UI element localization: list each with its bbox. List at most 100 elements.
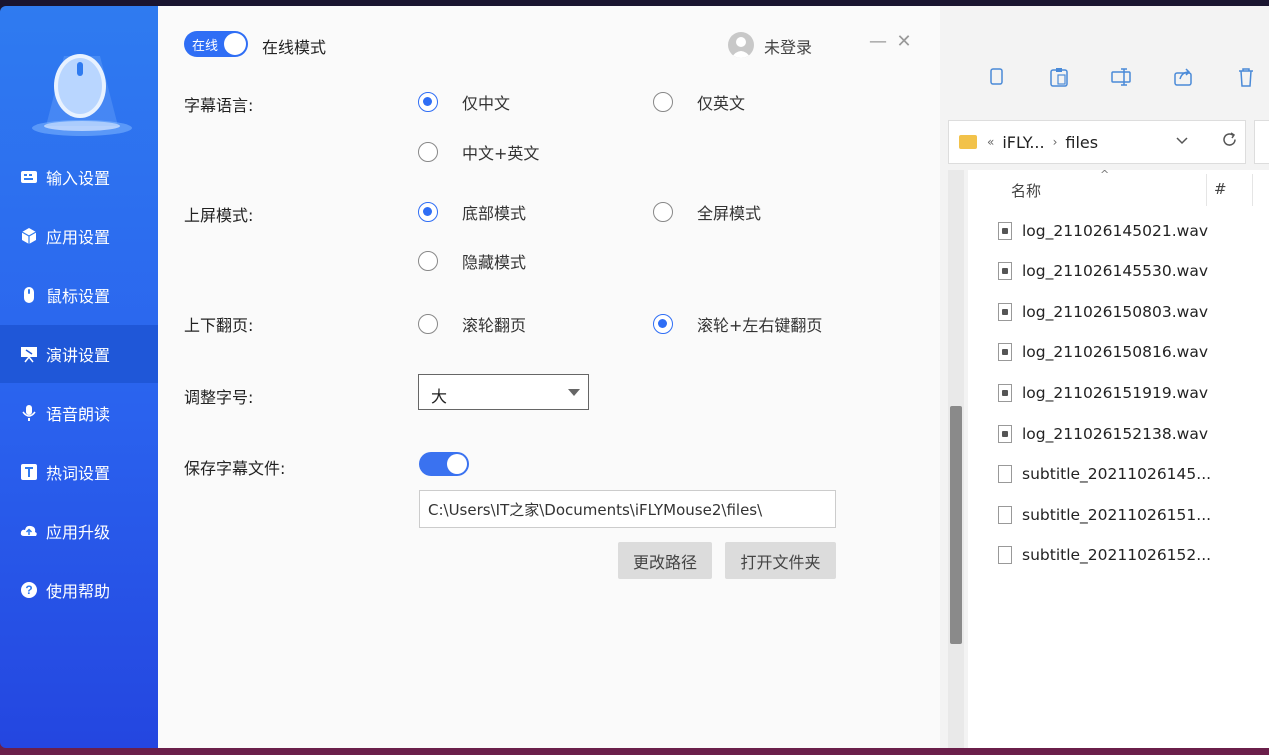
radio-label: 滚轮翻页 [462, 316, 527, 335]
sidebar-item-voice-reading[interactable]: 语音朗读 [0, 384, 158, 442]
audio-file-icon [998, 303, 1012, 321]
page-turn-label: 上下翻页: [184, 316, 254, 335]
share-icon[interactable] [1172, 66, 1194, 88]
radio-circle [418, 202, 438, 222]
list-item[interactable]: subtitle_20211026145... [998, 459, 1211, 489]
font-size-select[interactable]: 大 [418, 374, 589, 410]
radio-chinese-english[interactable]: 中文+英文 [418, 140, 539, 164]
chevron-down-icon[interactable] [1175, 133, 1189, 151]
sidebar-item-label: 应用设置 [46, 228, 111, 247]
address-bar[interactable]: « iFLY... › files [948, 120, 1246, 164]
file-name: log_211026150803.wav [1022, 303, 1208, 321]
list-item[interactable]: log_211026151919.wav [998, 378, 1208, 408]
radio-circle [653, 92, 673, 112]
login-status[interactable]: 未登录 [764, 34, 812, 58]
file-name: log_211026152138.wav [1022, 425, 1208, 443]
text-file-icon [998, 465, 1012, 483]
radio-label: 中文+英文 [462, 144, 540, 163]
radio-label: 全屏模式 [697, 204, 762, 223]
sidebar-item-label: 热词设置 [46, 464, 111, 483]
radio-circle [418, 314, 438, 334]
minimize-icon[interactable]: — [868, 32, 888, 52]
mouse-logo-icon [26, 36, 138, 140]
delete-icon[interactable] [1235, 66, 1257, 88]
sidebar: 输入设置 应用设置 鼠标设置 演讲设置 语音朗读 热词设置 应用升级 ? 使用帮… [0, 6, 158, 748]
rename-icon[interactable] [1110, 66, 1132, 88]
radio-english-only[interactable]: 仅英文 [653, 90, 745, 114]
sidebar-item-label: 应用升级 [46, 523, 111, 542]
sidebar-item-mouse-settings[interactable]: 鼠标设置 [0, 266, 158, 324]
file-explorer-window: « iFLY... › files 名称 ^ # log_21102614502… [940, 6, 1269, 748]
font-size-label: 调整字号: [184, 388, 254, 407]
sidebar-item-label: 演讲设置 [46, 346, 111, 365]
radio-wheel-arrows-page[interactable]: 滚轮+左右键翻页 [653, 312, 822, 336]
open-folder-button[interactable]: 打开文件夹 [725, 542, 836, 579]
breadcrumb-parent[interactable]: iFLY... [1002, 133, 1044, 152]
list-item[interactable]: log_211026145021.wav [998, 216, 1208, 246]
mode-label: 在线模式 [262, 38, 327, 57]
paste-icon[interactable] [1048, 66, 1070, 88]
audio-file-icon [998, 384, 1012, 402]
list-item[interactable]: log_211026150816.wav [998, 337, 1208, 367]
column-header-number[interactable]: # [1214, 180, 1227, 198]
radio-wheel-page[interactable]: 滚轮翻页 [418, 312, 526, 336]
list-item[interactable]: log_211026152138.wav [998, 419, 1208, 449]
radio-hidden-mode[interactable]: 隐藏模式 [418, 249, 526, 273]
file-name: log_211026145530.wav [1022, 262, 1208, 280]
file-name: log_211026150816.wav [1022, 343, 1208, 361]
sidebar-item-app-settings[interactable]: 应用设置 [0, 207, 158, 265]
presentation-icon [20, 345, 38, 363]
radio-bottom-mode[interactable]: 底部模式 [418, 200, 526, 224]
sidebar-item-label: 鼠标设置 [46, 287, 111, 306]
column-divider[interactable] [1252, 174, 1253, 206]
back-chevron-icon[interactable]: « [987, 135, 994, 149]
list-item[interactable]: subtitle_20211026152... [998, 540, 1211, 570]
breadcrumb-current[interactable]: files [1065, 133, 1098, 152]
text-file-icon [998, 506, 1012, 524]
save-path-input[interactable] [419, 490, 836, 528]
sort-ascending-icon: ^ [1100, 168, 1110, 181]
sidebar-item-app-upgrade[interactable]: 应用升级 [0, 502, 158, 560]
breadcrumb-separator-icon: › [1052, 135, 1058, 149]
list-item[interactable]: subtitle_20211026151... [998, 500, 1211, 530]
toggle-knob [224, 33, 246, 55]
online-mode-toggle[interactable]: 在线 [184, 31, 248, 57]
list-item[interactable]: log_211026145530.wav [998, 256, 1208, 286]
radio-chinese-only[interactable]: 仅中文 [418, 90, 510, 114]
column-header-name[interactable]: 名称 [1011, 180, 1041, 201]
radio-circle [418, 251, 438, 271]
sidebar-item-help[interactable]: ? 使用帮助 [0, 561, 158, 619]
audio-file-icon [998, 262, 1012, 280]
sidebar-item-hotword-settings[interactable]: 热词设置 [0, 443, 158, 501]
radio-circle [653, 202, 673, 222]
scrollbar-thumb[interactable] [950, 406, 962, 644]
copy-icon[interactable] [986, 66, 1008, 88]
folder-icon [959, 135, 977, 149]
refresh-icon[interactable] [1221, 131, 1238, 153]
radio-label: 底部模式 [462, 204, 527, 223]
chevron-down-icon [568, 389, 580, 396]
text-icon [20, 463, 38, 481]
user-avatar-icon[interactable] [728, 32, 754, 58]
radio-fullscreen-mode[interactable]: 全屏模式 [653, 200, 761, 224]
file-name: subtitle_20211026151... [1022, 506, 1212, 524]
audio-file-icon [998, 222, 1012, 240]
radio-circle [653, 314, 673, 334]
sidebar-item-speech-settings[interactable]: 演讲设置 [0, 325, 158, 383]
audio-file-icon [998, 343, 1012, 361]
radio-label: 隐藏模式 [462, 253, 527, 272]
close-icon[interactable]: ✕ [894, 32, 914, 52]
change-path-button[interactable]: 更改路径 [618, 542, 712, 579]
radio-label: 滚轮+左右键翻页 [697, 316, 823, 335]
cube-icon [20, 227, 38, 245]
column-divider[interactable] [1206, 174, 1207, 206]
sidebar-item-input-settings[interactable]: 输入设置 [0, 148, 158, 206]
list-item[interactable]: log_211026150803.wav [998, 297, 1208, 327]
font-size-value: 大 [431, 387, 448, 406]
search-box[interactable] [1254, 120, 1269, 164]
radio-circle [418, 92, 438, 112]
save-subtitle-toggle[interactable] [419, 452, 469, 476]
radio-label: 仅英文 [697, 94, 746, 113]
text-file-icon [998, 546, 1012, 564]
help-icon: ? [20, 581, 38, 599]
